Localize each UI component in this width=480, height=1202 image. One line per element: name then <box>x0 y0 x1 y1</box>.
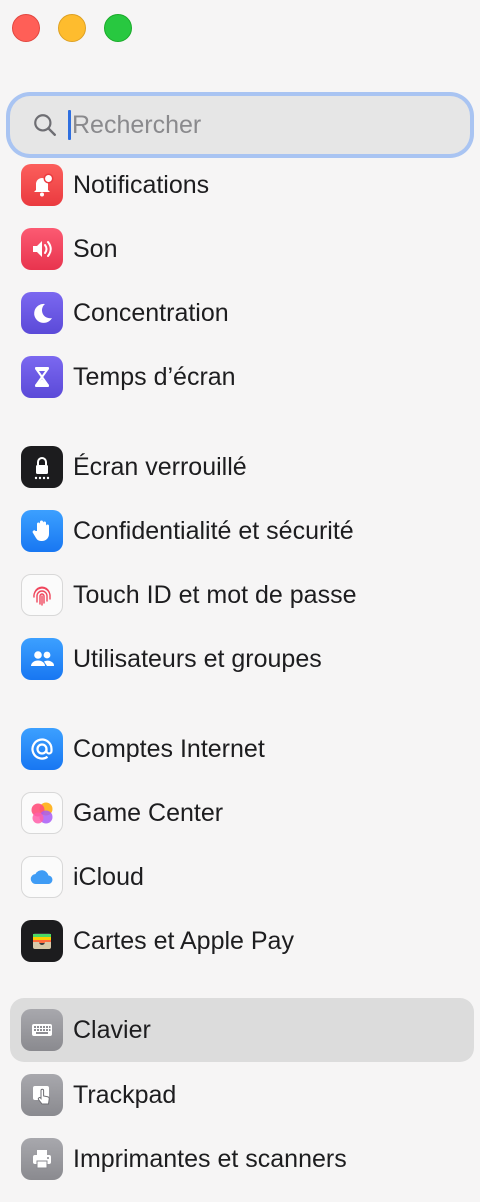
lock-screen-icon <box>21 446 63 488</box>
sidebar-item-label: Utilisateurs et groupes <box>73 644 322 673</box>
sidebar-item-notifications[interactable]: Notifications <box>10 153 474 217</box>
text-caret <box>68 110 71 140</box>
sidebar-item-trackpad[interactable]: Trackpad <box>10 1063 474 1127</box>
search-icon <box>34 114 56 136</box>
sidebar-item-label: Concentration <box>73 298 229 327</box>
cloud-icon <box>21 856 63 898</box>
printer-icon <box>21 1138 63 1180</box>
sidebar-item-game-center[interactable]: Game Center <box>10 781 474 845</box>
sidebar-item-label: Game Center <box>73 798 224 827</box>
trackpad-icon <box>21 1074 63 1116</box>
sidebar-item-touch-id[interactable]: Touch ID et mot de passe <box>10 563 474 627</box>
close-window-button[interactable] <box>12 14 40 42</box>
window-controls <box>12 14 132 42</box>
sidebar-item-screen-time[interactable]: Temps d’écran <box>10 345 474 409</box>
sidebar-item-privacy-security[interactable]: Confidentialité et sécurité <box>10 499 474 563</box>
sidebar-item-label: Cartes et Apple Pay <box>73 926 294 955</box>
sidebar-item-label: Trackpad <box>73 1080 177 1109</box>
sidebar-item-lock-screen[interactable]: Écran verrouillé <box>10 435 474 499</box>
sidebar-item-wallet-apple-pay[interactable]: Cartes et Apple Pay <box>10 909 474 973</box>
sidebar-item-label: Imprimantes et scanners <box>73 1144 347 1173</box>
search-input[interactable] <box>72 110 432 140</box>
minimize-window-button[interactable] <box>58 14 86 42</box>
sidebar-item-label: Comptes Internet <box>73 734 265 763</box>
sidebar-item-sound[interactable]: Son <box>10 217 474 281</box>
speaker-icon <box>21 228 63 270</box>
zoom-window-button[interactable] <box>104 14 132 42</box>
sidebar-item-label: Temps d’écran <box>73 362 236 391</box>
sidebar-item-label: iCloud <box>73 862 144 891</box>
sidebar-item-label: Confidentialité et sécurité <box>73 516 354 545</box>
sidebar-item-label: Écran verrouillé <box>73 452 247 481</box>
hourglass-icon <box>21 356 63 398</box>
game-center-icon <box>21 792 63 834</box>
hand-icon <box>21 510 63 552</box>
sidebar-item-users-groups[interactable]: Utilisateurs et groupes <box>10 627 474 691</box>
sidebar-item-icloud[interactable]: iCloud <box>10 845 474 909</box>
sidebar-item-label: Clavier <box>73 1015 151 1044</box>
sidebar-item-label: Son <box>73 234 118 263</box>
moon-icon <box>21 292 63 334</box>
sidebar-item-label: Notifications <box>73 170 210 199</box>
wallet-icon <box>21 920 63 962</box>
users-icon <box>21 638 63 680</box>
sidebar-item-label: Touch ID et mot de passe <box>73 580 357 609</box>
search-field[interactable] <box>10 96 470 154</box>
notifications-icon <box>21 164 63 206</box>
fingerprint-icon <box>21 574 63 616</box>
sidebar-item-internet-accounts[interactable]: Comptes Internet <box>10 717 474 781</box>
settings-sidebar: Notifications Son Concentration <box>0 0 480 1202</box>
sidebar-item-focus[interactable]: Concentration <box>10 281 474 345</box>
at-sign-icon <box>21 728 63 770</box>
keyboard-icon <box>21 1009 63 1051</box>
search-field-focus-ring <box>6 92 474 158</box>
sidebar-item-keyboard[interactable]: Clavier <box>10 998 474 1062</box>
sidebar-item-printers-scanners[interactable]: Imprimantes et scanners <box>10 1127 474 1191</box>
